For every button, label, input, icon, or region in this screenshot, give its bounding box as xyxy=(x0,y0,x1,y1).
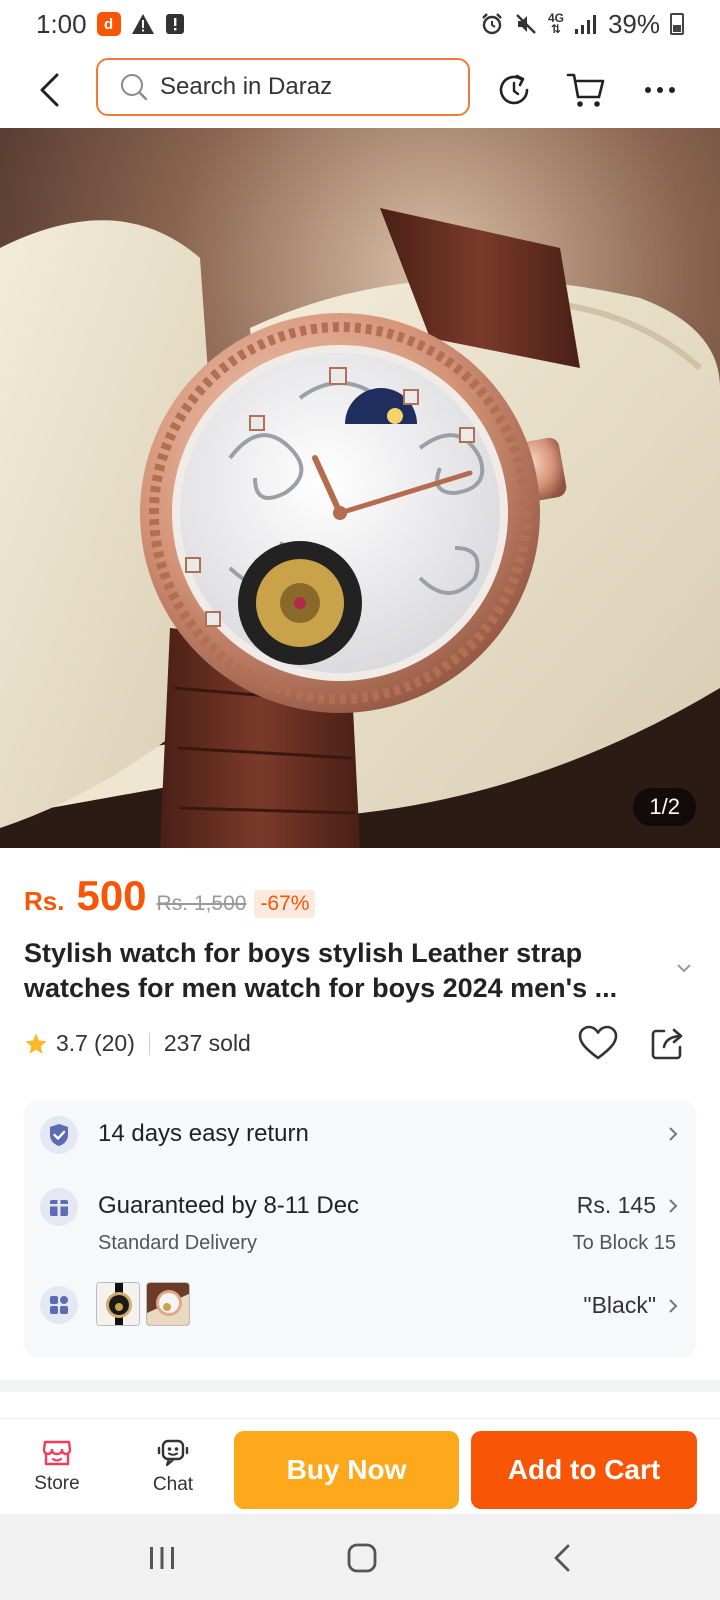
buy-now-button[interactable]: Buy Now xyxy=(234,1431,459,1509)
product-watch-image xyxy=(0,128,720,848)
refresh-history-icon xyxy=(499,74,529,105)
search-icon xyxy=(121,74,148,101)
system-back-button[interactable] xyxy=(540,1536,584,1580)
chat-label: Chat xyxy=(152,1474,194,1495)
variant-thumbnail-black[interactable] xyxy=(96,1282,140,1326)
discount-badge: -67% xyxy=(254,890,316,918)
alarm-icon xyxy=(480,12,504,36)
system-back-icon xyxy=(554,1544,570,1572)
chat-button[interactable]: Chat xyxy=(128,1419,218,1515)
section-divider xyxy=(0,1380,720,1392)
top-header: Search in Daraz xyxy=(0,52,720,128)
history-button[interactable] xyxy=(490,66,538,114)
chevron-right-icon xyxy=(668,1298,678,1319)
currency-label: Rs. xyxy=(24,886,65,916)
back-arrow-icon xyxy=(40,73,59,107)
return-policy-row[interactable]: 14 days easy return xyxy=(24,1100,696,1170)
bottom-action-bar: Store Chat Buy Now Add to Cart xyxy=(0,1418,720,1514)
home-icon xyxy=(347,1543,377,1573)
variant-thumbnail-brown[interactable] xyxy=(146,1282,190,1326)
signal-icon xyxy=(574,13,598,35)
product-image-gallery[interactable]: 1/2 xyxy=(0,128,720,848)
more-dots-icon xyxy=(645,87,675,93)
delivery-type-text: Standard Delivery xyxy=(98,1232,257,1254)
store-label: Store xyxy=(34,1473,80,1494)
more-options-button[interactable] xyxy=(636,66,684,114)
star-icon xyxy=(25,1033,47,1054)
status-bar: 1:00 d 4G ⇅ 39% xyxy=(0,0,720,48)
mute-icon xyxy=(514,12,538,36)
back-button[interactable] xyxy=(30,66,70,114)
heart-icon xyxy=(578,1025,618,1060)
network-icon: 4G ⇅ xyxy=(547,11,564,36)
warning-icon xyxy=(131,13,155,35)
cart-icon xyxy=(566,73,605,107)
daraz-notification-icon: d xyxy=(96,12,121,36)
delivery-info-card: 14 days easy return Guaranteed by 8-11 D… xyxy=(24,1100,696,1358)
battery-percent: 39% xyxy=(607,8,660,39)
search-placeholder: Search in Daraz xyxy=(160,73,333,100)
chevron-right-icon xyxy=(668,1126,678,1147)
delivery-location: To Block 15 xyxy=(572,1232,676,1254)
chevron-down-icon xyxy=(677,964,691,973)
rating-row[interactable]: 3.7 (20) 237 sold xyxy=(24,1030,251,1057)
alert-icon xyxy=(165,13,185,35)
status-time: 1:00 xyxy=(36,8,87,39)
price-row: Rs. 500 Rs. 1,500 -67% xyxy=(24,872,316,920)
shield-check-icon xyxy=(40,1116,78,1154)
chevron-right-icon xyxy=(668,1198,678,1219)
share-icon xyxy=(651,1028,683,1060)
original-price: Rs. 1,500 xyxy=(156,892,247,915)
store-icon xyxy=(42,1440,72,1466)
cart-button[interactable] xyxy=(562,66,610,114)
share-button[interactable] xyxy=(650,1025,686,1066)
recent-apps-icon xyxy=(150,1547,174,1569)
system-navigation-bar xyxy=(0,1514,720,1600)
delivery-row[interactable]: Guaranteed by 8-11 Dec Standard Delivery… xyxy=(24,1172,696,1266)
expand-title-button[interactable] xyxy=(676,960,692,978)
selected-variant: "Black" xyxy=(583,1292,656,1318)
rating-count: (20) xyxy=(93,1030,135,1056)
delivery-fee: Rs. 145 xyxy=(576,1192,656,1218)
delivery-box-icon xyxy=(40,1188,78,1226)
wishlist-button[interactable] xyxy=(578,1025,618,1066)
search-input[interactable]: Search in Daraz xyxy=(96,58,470,116)
add-to-cart-button[interactable]: Add to Cart xyxy=(471,1431,697,1509)
sold-count: 237 sold xyxy=(163,1030,251,1056)
store-button[interactable]: Store xyxy=(12,1419,102,1515)
rating-value: 3.7 xyxy=(56,1030,88,1056)
variants-grid-icon xyxy=(40,1286,78,1324)
image-counter: 1/2 xyxy=(633,788,696,826)
home-button[interactable] xyxy=(340,1536,384,1580)
recent-apps-button[interactable] xyxy=(140,1536,184,1580)
variant-row[interactable]: "Black" xyxy=(24,1270,696,1340)
delivery-guarantee-text: Guaranteed by 8-11 Dec xyxy=(98,1192,360,1219)
return-policy-text: 14 days easy return xyxy=(98,1120,309,1147)
chat-icon xyxy=(157,1439,189,1467)
product-title[interactable]: Stylish watch for boys stylish Leather s… xyxy=(24,936,664,1006)
current-price: 500 xyxy=(76,872,147,919)
divider xyxy=(148,1032,150,1055)
battery-icon xyxy=(670,13,684,35)
